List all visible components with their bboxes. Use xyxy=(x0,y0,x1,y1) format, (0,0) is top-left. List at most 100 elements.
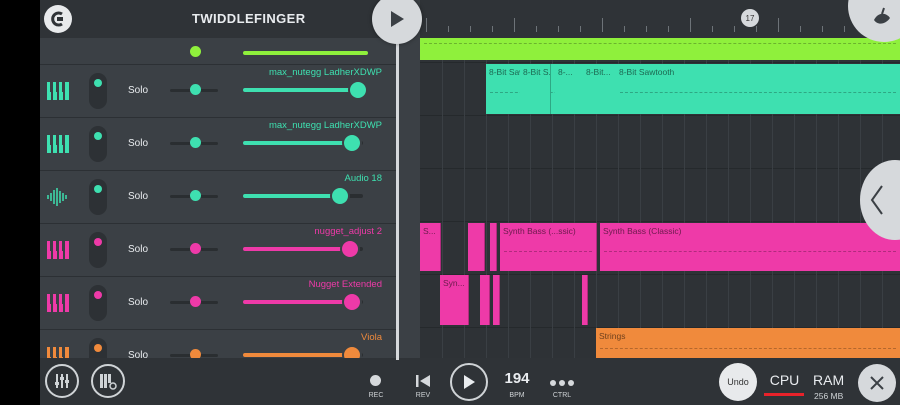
ram-value: 256 MB xyxy=(814,391,844,401)
piano-roll-settings-button[interactable] xyxy=(91,364,125,398)
volume-slider[interactable] xyxy=(243,88,363,92)
timeline-tick xyxy=(624,26,625,32)
timeline-tick xyxy=(668,26,669,32)
timeline-marker[interactable]: 17 xyxy=(741,9,759,27)
playlist-clip[interactable] xyxy=(490,223,497,271)
channel-mute-toggle[interactable] xyxy=(89,338,107,358)
channel-name[interactable]: max_nutegg LadherXDWP xyxy=(269,120,382,131)
mixer-icon xyxy=(55,374,69,388)
ram-label: RAM xyxy=(813,372,845,388)
undo-button[interactable]: Undo xyxy=(719,363,757,401)
solo-label[interactable]: Solo xyxy=(128,297,148,308)
chevron-left-icon xyxy=(870,185,883,215)
piano-icon xyxy=(47,241,69,259)
solo-label[interactable]: Solo xyxy=(128,191,148,202)
timeline-ruler[interactable]: 17 xyxy=(420,0,900,38)
play-icon xyxy=(391,11,404,27)
project-title: TWIDDLEFINGER xyxy=(192,11,306,26)
playlist-clip[interactable]: Syn... xyxy=(440,275,469,325)
pattern-play-button[interactable] xyxy=(372,0,422,44)
tempo-value[interactable]: 194 xyxy=(502,370,532,387)
volume-knob[interactable] xyxy=(330,186,350,206)
playlist-clip[interactable]: 8-Bit... xyxy=(583,64,617,114)
channel-name[interactable]: Audio 18 xyxy=(344,173,382,184)
pan-knob[interactable] xyxy=(190,296,201,307)
volume-knob[interactable] xyxy=(342,133,362,153)
volume-knob[interactable] xyxy=(348,80,368,100)
channel-name[interactable]: nugget_adjust 2 xyxy=(314,226,382,237)
solo-label[interactable]: Solo xyxy=(128,244,148,255)
channel-mute-toggle[interactable] xyxy=(89,73,107,109)
channel-row[interactable]: Solo nugget_adjust 2 xyxy=(40,223,397,276)
timeline-tick xyxy=(580,26,581,32)
playlist-clip[interactable]: Synth Bass (...ssic) xyxy=(500,223,597,271)
channel-name[interactable]: max_nutegg LadherXDWP xyxy=(269,67,382,78)
mixer-button[interactable] xyxy=(45,364,79,398)
timeline-tick xyxy=(536,26,537,32)
fruit-icon xyxy=(874,7,890,24)
rewind-button[interactable] xyxy=(415,373,431,389)
playlist-clip[interactable]: 8-Bit Sawtooth xyxy=(616,64,900,114)
app-logo-button[interactable] xyxy=(44,5,72,33)
channel-mute-toggle[interactable] xyxy=(89,232,107,268)
timeline-tick xyxy=(712,26,713,32)
channel-mute-toggle[interactable] xyxy=(89,285,107,321)
pan-knob[interactable] xyxy=(190,46,201,57)
tempo-label: BPM xyxy=(509,392,525,399)
channel-row[interactable]: Solo Nugget Extended xyxy=(40,276,397,329)
track-separator xyxy=(420,168,900,169)
volume-knob[interactable] xyxy=(340,239,360,259)
channel-name[interactable]: Viola xyxy=(361,332,382,343)
playlist-clip[interactable] xyxy=(480,275,490,325)
channel-name[interactable]: Nugget Extended xyxy=(309,279,382,290)
playlist-clip[interactable] xyxy=(468,223,485,271)
controls-label: CTRL xyxy=(552,392,572,399)
volume-knob[interactable] xyxy=(342,292,362,312)
channel-mute-toggle[interactable] xyxy=(89,126,107,162)
close-button[interactable] xyxy=(858,364,896,402)
top-bar: TWIDDLEFINGER xyxy=(40,0,400,38)
pan-knob[interactable] xyxy=(190,137,201,148)
fl-studio-app: TWIDDLEFINGER Solo max_nutegg LadherXDWP S… xyxy=(40,0,900,405)
pan-knob[interactable] xyxy=(190,349,201,358)
record-label: REC xyxy=(368,392,384,399)
skip-back-icon xyxy=(416,375,430,387)
timeline-tick xyxy=(646,26,647,32)
playlist-clip[interactable] xyxy=(420,38,900,60)
channel-row[interactable]: Solo Audio 18 xyxy=(40,170,397,223)
volume-knob[interactable] xyxy=(342,345,362,358)
playlist-clip[interactable]: S... xyxy=(420,223,441,271)
clip-label: S... xyxy=(423,226,436,236)
pan-knob[interactable] xyxy=(190,84,201,95)
playlist-clip[interactable]: 8-Bit S... xyxy=(520,64,551,114)
timeline-tick xyxy=(690,18,691,32)
piano-settings-icon xyxy=(100,374,117,390)
playhead[interactable] xyxy=(396,30,399,360)
play-icon xyxy=(464,375,475,389)
timeline-tick xyxy=(602,18,603,32)
controls-menu-button[interactable] xyxy=(549,374,575,386)
pan-knob[interactable] xyxy=(190,190,201,201)
pan-knob[interactable] xyxy=(190,243,201,254)
solo-label[interactable]: Solo xyxy=(128,85,148,96)
solo-label[interactable]: Solo xyxy=(128,138,148,149)
playlist-clip[interactable]: Strings xyxy=(596,328,900,358)
playlist[interactable]: 8-Bit Sawtooth 8-Bit S... 8-... 8-Bit...… xyxy=(420,38,900,358)
playlist-clip[interactable]: Synth Bass (Classic) xyxy=(600,223,900,271)
clip-label: 8-Bit... xyxy=(586,67,611,77)
channel-row[interactable]: Solo Viola xyxy=(40,329,397,358)
playlist-clip[interactable] xyxy=(582,275,588,325)
channel-row[interactable] xyxy=(40,38,397,65)
channel-row[interactable]: Solo max_nutegg LadherXDWP xyxy=(40,117,397,170)
timeline-tick xyxy=(558,26,559,32)
record-button[interactable] xyxy=(370,375,381,386)
solo-label[interactable]: Solo xyxy=(128,350,148,358)
clip-label: Synth Bass (...ssic) xyxy=(503,226,576,236)
playlist-clip[interactable] xyxy=(493,275,500,325)
play-button[interactable] xyxy=(450,363,488,401)
clip-label: 8-... xyxy=(558,67,573,77)
channel-mute-toggle[interactable] xyxy=(89,179,107,215)
channel-rack: Solo max_nutegg LadherXDWP Solo max_nutegg … xyxy=(40,38,397,358)
channel-row[interactable]: Solo max_nutegg LadherXDWP xyxy=(40,64,397,117)
playlist-clip[interactable]: 8-... xyxy=(555,64,584,114)
